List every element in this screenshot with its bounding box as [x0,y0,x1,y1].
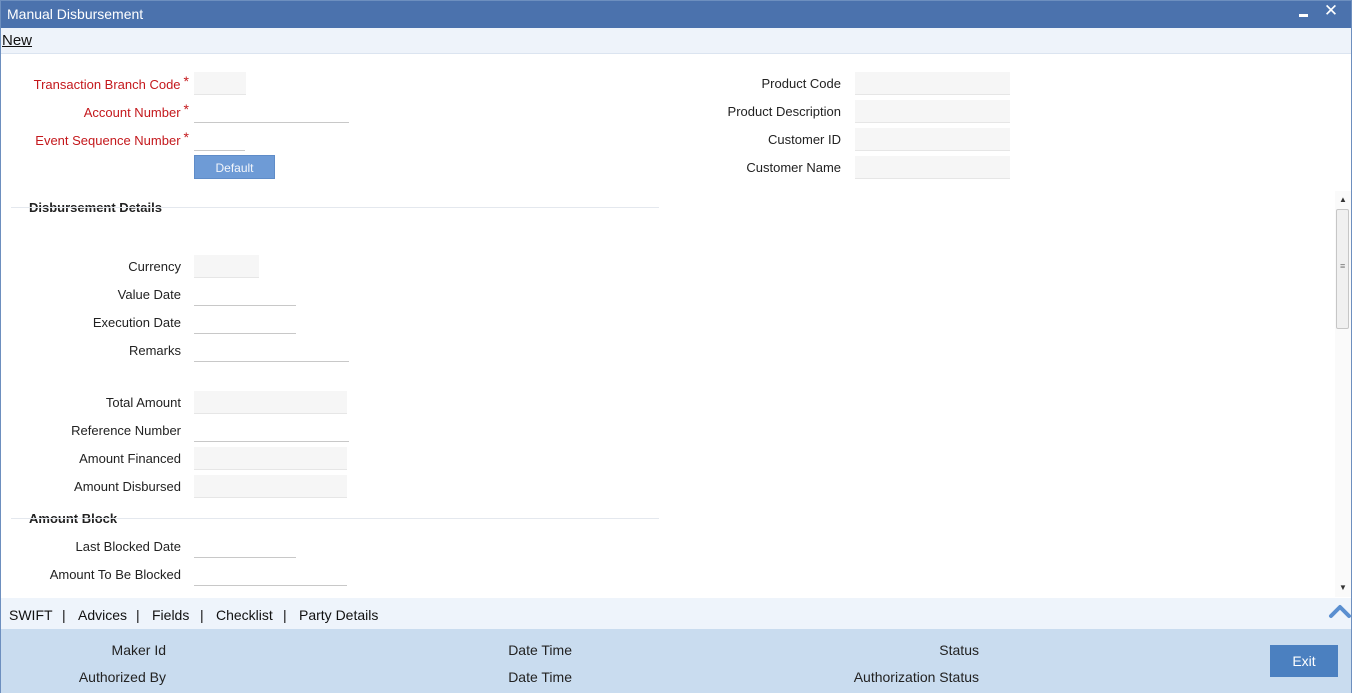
authorized-by-label: Authorized By [78,669,166,685]
section-divider [11,207,659,208]
product-code-label: Product Code [761,76,842,91]
execution-date-input[interactable] [194,311,296,334]
transaction-branch-code-input[interactable] [194,72,246,95]
currency-field [194,255,259,278]
scrollbar-thumb[interactable]: ≡ [1336,209,1349,329]
account-number-label: Account Number * [83,101,189,120]
subsystem-tab-bar: SWIFT | Advices | Fields | Checklist | P… [1,598,1351,629]
currency-label: Currency [128,259,181,274]
close-icon: ✕ [1323,1,1339,20]
tab-checklist[interactable]: Checklist [216,607,273,623]
transaction-branch-code-label: Transaction Branch Code * [33,73,189,92]
customer-id-field [855,128,1010,151]
manual-disbursement-window: Manual Disbursement ✕ New Transaction Br… [0,0,1352,693]
new-link[interactable]: New [2,32,32,49]
account-number-input[interactable] [194,100,349,123]
scroll-down-arrow-icon[interactable]: ▼ [1339,583,1347,592]
audit-bar: Maker Id Date Time Status Authorized By … [1,629,1351,693]
reference-number-label: Reference Number [71,423,181,438]
minimize-icon [1299,14,1308,17]
grip-icon: ≡ [1340,261,1346,271]
authorization-status-label: Authorization Status [853,669,979,685]
customer-name-field [855,156,1010,179]
total-amount-label: Total Amount [105,395,181,410]
chevron-up-icon[interactable] [1328,600,1352,622]
default-button[interactable]: Default [194,155,275,179]
window-title: Manual Disbursement [7,6,144,22]
scroll-up-arrow-icon[interactable]: ▲ [1339,195,1347,204]
exit-button[interactable]: Exit [1270,645,1338,677]
value-date-input[interactable] [194,283,296,306]
event-sequence-number-label: Event Sequence Number * [35,129,189,148]
minimize-button[interactable] [1293,1,1317,25]
tab-advices[interactable]: Advices [78,607,127,623]
amount-disbursed-label: Amount Disbursed [74,479,181,494]
maker-id-label: Maker Id [111,642,166,658]
reference-number-input[interactable] [194,419,349,442]
remarks-input[interactable] [194,339,349,362]
required-mark: * [183,101,189,117]
last-blocked-date-label: Last Blocked Date [75,539,181,554]
amount-to-be-blocked-label: Amount To Be Blocked [49,567,181,582]
close-button[interactable]: ✕ [1319,1,1343,25]
amount-to-be-blocked-input[interactable] [194,563,347,586]
customer-id-label: Customer ID [768,132,841,147]
required-mark: * [183,73,189,89]
amount-financed-field [194,447,347,470]
tab-separator: | [283,607,287,623]
amount-disbursed-field [194,475,347,498]
product-description-label: Product Description [727,104,841,119]
value-date-label: Value Date [117,287,181,302]
product-description-field [855,100,1010,123]
section-divider [11,518,659,519]
menu-bar: New [1,28,1351,54]
remarks-label: Remarks [128,343,181,358]
execution-date-label: Execution Date [92,315,181,330]
required-mark: * [183,129,189,145]
date-time-label: Date Time [508,642,572,658]
title-bar: Manual Disbursement ✕ [1,1,1351,28]
tab-fields[interactable]: Fields [152,607,189,623]
tab-swift[interactable]: SWIFT [9,607,53,623]
amount-financed-label: Amount Financed [79,451,181,466]
vertical-scrollbar[interactable]: ▲ ≡ ▼ [1335,191,1351,597]
tab-separator: | [200,607,204,623]
event-sequence-number-input[interactable] [194,128,245,151]
tab-separator: | [62,607,66,623]
product-code-field [855,72,1010,95]
status-label: Status [939,642,979,658]
tab-separator: | [136,607,140,623]
date-time-label: Date Time [508,669,572,685]
tab-party-details[interactable]: Party Details [299,607,378,623]
total-amount-field [194,391,347,414]
last-blocked-date-input[interactable] [194,535,296,558]
customer-name-label: Customer Name [746,160,841,175]
